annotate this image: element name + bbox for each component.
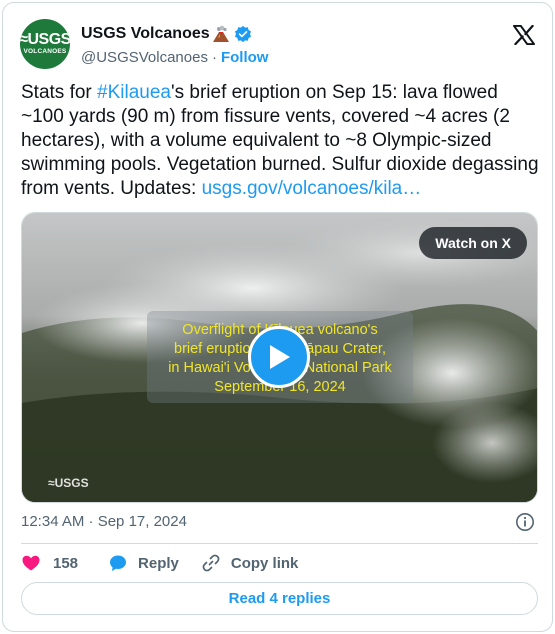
avatar-logo-subtext: VOLCANOES bbox=[23, 48, 67, 55]
avatar-logo-text: ≈USGS bbox=[20, 31, 70, 48]
tweet-text-before: Stats for bbox=[21, 82, 98, 103]
like-count: 158 bbox=[53, 554, 79, 572]
tweet-actions: 158 Reply Copy link bbox=[21, 551, 298, 575]
verified-badge-icon bbox=[234, 25, 251, 43]
divider bbox=[21, 543, 538, 544]
volcano-icon bbox=[212, 25, 229, 42]
updates-link[interactable]: usgs.gov/volcanoes/kila… bbox=[202, 178, 422, 199]
reply-bubble-icon bbox=[110, 555, 127, 571]
copy-link-label: Copy link bbox=[230, 554, 299, 572]
like-button[interactable]: 158 bbox=[21, 553, 78, 573]
heart-icon bbox=[22, 555, 40, 571]
tweet-text: Stats for #Kilauea's brief eruption on S… bbox=[21, 81, 541, 201]
hashtag-link[interactable]: #Kilauea bbox=[97, 82, 171, 103]
usgs-watermark: ≈USGS bbox=[48, 476, 89, 490]
follow-button[interactable]: Follow bbox=[221, 49, 269, 66]
tweet-card: ≈USGS VOLCANOES USGS Volcanoes @USGSVolc… bbox=[2, 2, 553, 632]
video-player[interactable]: Watch on X Overflight of Kīlauea volcano… bbox=[21, 212, 538, 503]
play-button[interactable] bbox=[248, 326, 310, 388]
info-icon[interactable] bbox=[515, 512, 535, 532]
read-replies-button[interactable]: Read 4 replies bbox=[21, 582, 538, 615]
separator-dot: · bbox=[211, 48, 217, 66]
x-logo-icon[interactable] bbox=[513, 25, 535, 45]
watch-on-x-button[interactable]: Watch on X bbox=[419, 227, 527, 259]
reply-button[interactable]: Reply bbox=[108, 553, 179, 573]
reply-label: Reply bbox=[138, 554, 179, 572]
tweet-timestamp[interactable]: 12:34 AM · Sep 17, 2024 bbox=[21, 513, 187, 530]
author-handle[interactable]: @USGSVolcanoes bbox=[81, 49, 208, 66]
copy-link-button[interactable]: Copy link bbox=[201, 553, 299, 573]
author-name-row: USGS Volcanoes bbox=[81, 23, 252, 45]
author-handle-row: @USGSVolcanoes · Follow bbox=[81, 47, 268, 67]
link-icon bbox=[202, 554, 220, 572]
author-display-name[interactable]: USGS Volcanoes bbox=[81, 25, 210, 43]
author-avatar[interactable]: ≈USGS VOLCANOES bbox=[20, 19, 70, 69]
play-icon bbox=[270, 345, 290, 369]
